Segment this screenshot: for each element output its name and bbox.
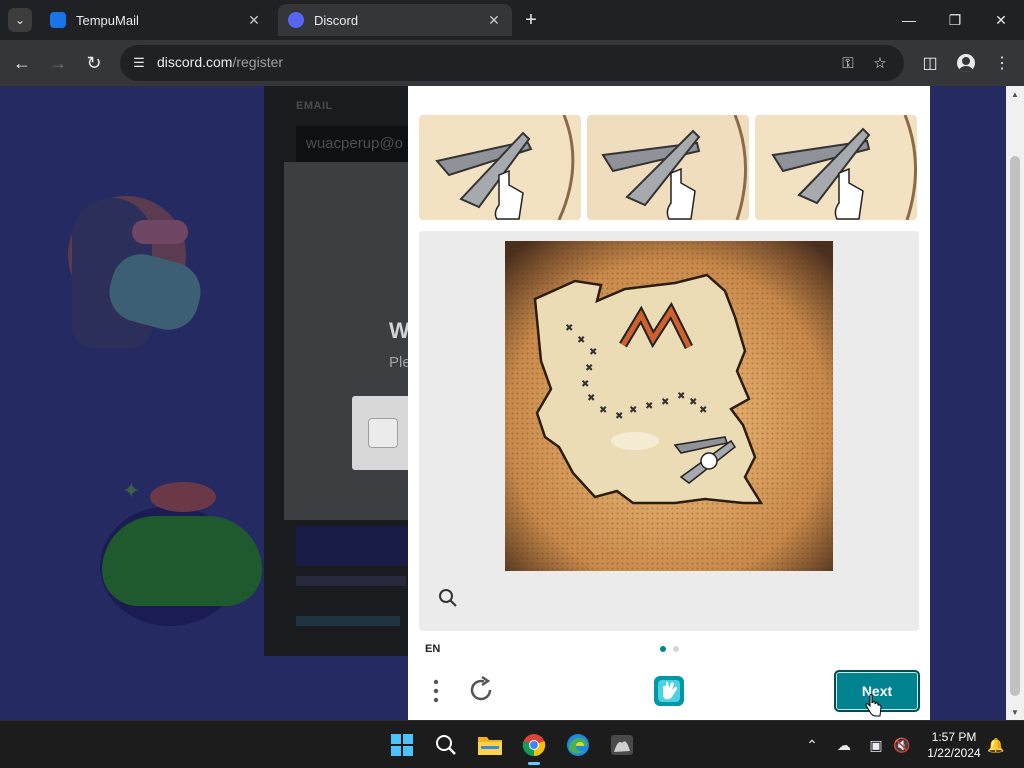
svg-text:✖: ✖ bbox=[661, 397, 669, 408]
more-options-icon[interactable] bbox=[424, 678, 448, 704]
screen: ⌄ TempuMail ✕ Discord ✕ + — ❐ ✕ ← → ↻ ☰ … bbox=[0, 0, 1024, 768]
app-icon[interactable] bbox=[606, 729, 638, 761]
close-icon[interactable]: ✕ bbox=[486, 12, 502, 29]
volume-muted-icon[interactable]: 🔇 bbox=[892, 735, 912, 755]
address-bar[interactable]: ☰ discord.com/register ⚿ ☆ bbox=[120, 45, 904, 81]
discord-register-page: ✦ EMAIL wuacperup@o W Ple ✖ ✖ ✖ ✖ ✖ ✖ ✖ … bbox=[0, 86, 1006, 720]
menu-icon[interactable]: ⋮ bbox=[990, 51, 1014, 75]
example-image bbox=[419, 115, 581, 220]
scroll-up-icon[interactable]: ▲ bbox=[1006, 86, 1024, 102]
page-indicator bbox=[673, 646, 679, 652]
refresh-icon[interactable] bbox=[466, 675, 496, 705]
svg-text:✖: ✖ bbox=[689, 397, 697, 408]
star-icon[interactable]: ☆ bbox=[870, 53, 890, 73]
key-icon[interactable]: ⚿ bbox=[838, 53, 858, 73]
example-image bbox=[755, 115, 917, 220]
svg-text:✖: ✖ bbox=[587, 393, 595, 404]
show-hidden-icons-icon[interactable]: ⌃ bbox=[802, 735, 822, 755]
pointer-cursor-icon bbox=[864, 694, 884, 718]
scroll-down-icon[interactable]: ▼ bbox=[1006, 704, 1024, 720]
svg-text:✖: ✖ bbox=[585, 363, 593, 374]
page-scrollbar[interactable]: ▲ ▼ bbox=[1006, 86, 1024, 720]
search-icon[interactable] bbox=[430, 729, 462, 761]
clock-date: 1/22/2024 bbox=[927, 746, 981, 760]
restore-button[interactable]: ❐ bbox=[932, 0, 978, 40]
example-image bbox=[587, 115, 749, 220]
sparkle-icon: ✦ bbox=[122, 478, 141, 503]
profile-icon[interactable] bbox=[954, 51, 978, 75]
onedrive-icon[interactable]: ☁ bbox=[834, 735, 854, 755]
scroll-thumb[interactable] bbox=[1010, 156, 1020, 696]
svg-text:✖: ✖ bbox=[599, 405, 607, 416]
discord-favicon-icon bbox=[288, 12, 304, 28]
forward-button[interactable]: → bbox=[44, 49, 72, 77]
svg-text:✖: ✖ bbox=[565, 323, 573, 334]
challenge-area: ✖ ✖ ✖ ✖ ✖ ✖ ✖ ✖ ✖ ✖ ✖ ✖ ✖ ✖ bbox=[419, 231, 919, 631]
url-text: discord.com/register bbox=[157, 54, 283, 70]
chevron-down-icon: ⌄ bbox=[14, 13, 26, 27]
edge-icon[interactable] bbox=[562, 729, 594, 761]
url-path: /register bbox=[232, 54, 284, 70]
hcaptcha-challenge: ✖ ✖ ✖ ✖ ✖ ✖ ✖ ✖ ✖ ✖ ✖ ✖ ✖ ✖ EN Next bbox=[408, 86, 930, 720]
challenge-image[interactable]: ✖ ✖ ✖ ✖ ✖ ✖ ✖ ✖ ✖ ✖ ✖ ✖ ✖ ✖ bbox=[505, 241, 833, 571]
clock[interactable]: 1:57 PM 1/22/2024 bbox=[916, 729, 992, 761]
language-selector[interactable]: EN bbox=[425, 643, 440, 655]
file-explorer-icon[interactable] bbox=[474, 729, 506, 761]
modal-title: W bbox=[389, 318, 410, 343]
side-panel-icon[interactable]: ◫ bbox=[918, 51, 942, 75]
tab-title: Discord bbox=[314, 12, 359, 28]
svg-text:✖: ✖ bbox=[699, 405, 707, 416]
minimize-button[interactable]: — bbox=[886, 0, 932, 40]
faint-text bbox=[296, 576, 406, 586]
browser-toolbar: ← → ↻ ☰ discord.com/register ⚿ ☆ ◫ ⋮ bbox=[0, 40, 1024, 86]
email-label: EMAIL bbox=[296, 100, 333, 112]
reload-button[interactable]: ↻ bbox=[80, 49, 108, 77]
taskbar: ⌃ ☁ ▣ 🔇 1:57 PM 1/22/2024 🔔 bbox=[0, 720, 1024, 768]
tab-tempumail[interactable]: TempuMail ✕ bbox=[40, 4, 272, 36]
site-settings-icon[interactable]: ☰ bbox=[130, 54, 148, 72]
url-host: discord.com bbox=[157, 54, 233, 70]
captcha-checkbox[interactable] bbox=[368, 418, 398, 448]
svg-text:✖: ✖ bbox=[577, 335, 585, 346]
close-icon[interactable]: ✕ bbox=[246, 12, 262, 29]
illustration bbox=[132, 220, 188, 244]
hcaptcha-logo-icon[interactable] bbox=[652, 674, 686, 708]
svg-text:✖: ✖ bbox=[645, 401, 653, 412]
clock-time: 1:57 PM bbox=[931, 730, 977, 744]
page-indicator-active bbox=[660, 646, 666, 652]
tempumail-favicon-icon bbox=[50, 12, 66, 28]
close-window-button[interactable]: ✕ bbox=[978, 0, 1024, 40]
svg-text:✖: ✖ bbox=[615, 411, 623, 422]
tab-search-button[interactable]: ⌄ bbox=[8, 8, 32, 32]
faint-link[interactable] bbox=[296, 616, 400, 626]
zoom-icon[interactable] bbox=[437, 587, 459, 609]
svg-text:✖: ✖ bbox=[677, 391, 685, 402]
tab-discord[interactable]: Discord ✕ bbox=[278, 4, 512, 36]
tab-title: TempuMail bbox=[76, 12, 139, 28]
illustration bbox=[150, 482, 216, 512]
chrome-icon[interactable] bbox=[518, 729, 550, 765]
windows-start-icon[interactable] bbox=[386, 729, 418, 761]
svg-text:✖: ✖ bbox=[581, 379, 589, 390]
new-tab-button[interactable]: + bbox=[520, 8, 542, 32]
back-button[interactable]: ← bbox=[8, 49, 36, 77]
network-icon[interactable]: ▣ bbox=[866, 735, 886, 755]
svg-text:✖: ✖ bbox=[589, 347, 597, 358]
tab-strip: ⌄ TempuMail ✕ Discord ✕ + — ❐ ✕ bbox=[0, 0, 1024, 40]
svg-text:✖: ✖ bbox=[629, 405, 637, 416]
notification-bell-icon[interactable]: 🔔 bbox=[986, 735, 1006, 755]
illustration bbox=[102, 516, 262, 606]
